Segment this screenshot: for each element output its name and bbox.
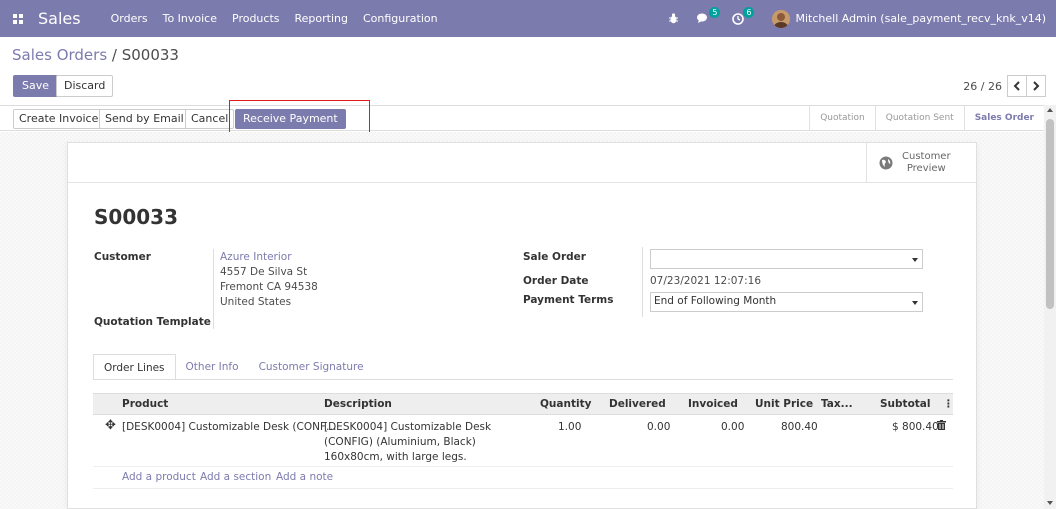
- column-description[interactable]: Description: [324, 394, 392, 414]
- customer-address-line: 4557 De Silva St: [220, 266, 308, 278]
- discard-button[interactable]: Discard: [56, 75, 114, 97]
- pager-next-button[interactable]: [1026, 75, 1046, 97]
- add-section-link[interactable]: Add a section: [200, 471, 271, 483]
- form-sheet: Customer Preview S00033 Customer Azure I…: [67, 142, 977, 509]
- column-invoiced[interactable]: Invoiced: [688, 394, 738, 414]
- customer-label: Customer: [94, 251, 151, 263]
- row-delivered[interactable]: 0.00: [647, 420, 670, 435]
- messages-badge: 5: [709, 7, 721, 18]
- chevron-down-icon: [912, 301, 918, 305]
- stage-quotation[interactable]: Quotation: [809, 106, 875, 130]
- tab-other-info[interactable]: Other Info: [176, 354, 249, 380]
- customer-preview-label: Customer Preview: [902, 151, 951, 174]
- drag-handle-icon[interactable]: ✥: [105, 418, 116, 433]
- activities-badge: 6: [743, 6, 755, 18]
- trash-icon[interactable]: [937, 420, 946, 435]
- breadcrumb-separator: /: [107, 46, 122, 64]
- row-unit-price[interactable]: 800.40: [781, 420, 818, 435]
- sheet-button-box: Customer Preview: [68, 143, 976, 183]
- tab-order-lines[interactable]: Order Lines: [93, 354, 176, 380]
- pager-value[interactable]: 26 / 26: [963, 80, 1002, 93]
- activities-clock-icon[interactable]: 6: [732, 6, 755, 25]
- column-product[interactable]: Product: [122, 394, 168, 414]
- menu-configuration[interactable]: Configuration: [363, 12, 438, 25]
- customer-name-link[interactable]: Azure Interior: [220, 250, 318, 265]
- globe-icon: [879, 156, 893, 170]
- row-description[interactable]: [DESK0004] Customizable Desk (CONFIG) (A…: [324, 420, 491, 465]
- customer-preview-button[interactable]: Customer Preview: [866, 143, 976, 183]
- statusbar: Create Invoice Send by Email Cancel Rece…: [0, 105, 1044, 131]
- page-scrollbar[interactable]: [1044, 105, 1056, 509]
- payment-terms-label: Payment Terms: [523, 294, 614, 306]
- breadcrumb-sales-orders[interactable]: Sales Orders: [12, 46, 107, 64]
- add-note-link[interactable]: Add a note: [276, 471, 333, 483]
- payment-terms-select[interactable]: End of Following Month: [650, 292, 923, 312]
- column-options-icon[interactable]: ⋮: [943, 394, 953, 414]
- order-name: S00033: [94, 205, 178, 229]
- customer-field[interactable]: Azure Interior 4557 De Silva St Fremont …: [220, 250, 318, 310]
- field-divider: [213, 249, 214, 329]
- column-unit-price[interactable]: Unit Price: [755, 394, 813, 414]
- save-button[interactable]: Save: [13, 75, 59, 97]
- menu-reporting[interactable]: Reporting: [295, 12, 348, 25]
- table-row[interactable]: ✥ [DESK0004] Customizable Desk (CONF… [D…: [93, 415, 953, 467]
- stage-sales-order[interactable]: Sales Order: [963, 106, 1044, 130]
- column-subtotal[interactable]: Subtotal: [880, 394, 931, 414]
- notebook-tabs: Order Lines Other Info Customer Signatur…: [93, 354, 374, 380]
- user-avatar[interactable]: [772, 9, 791, 28]
- column-quantity[interactable]: Quantity: [540, 394, 591, 414]
- scroll-thumb[interactable]: [1046, 119, 1054, 309]
- row-product[interactable]: [DESK0004] Customizable Desk (CONF…: [122, 420, 337, 435]
- send-by-email-button[interactable]: Send by Email: [99, 109, 190, 129]
- stage-quotation-sent[interactable]: Quotation Sent: [874, 106, 964, 130]
- sale-order-select[interactable]: [650, 249, 923, 269]
- breadcrumb: Sales Orders / S00033: [12, 46, 179, 64]
- field-divider: [642, 247, 643, 317]
- table-header: Product Description Quantity Delivered I…: [93, 393, 953, 415]
- apps-menu-icon[interactable]: [0, 0, 36, 37]
- cancel-button[interactable]: Cancel: [185, 109, 235, 129]
- order-date-value[interactable]: 07/23/2021 12:07:16: [650, 274, 761, 289]
- order-date-label: Order Date: [523, 275, 589, 287]
- breadcrumb-current: S00033: [121, 46, 179, 64]
- menu-orders[interactable]: Orders: [111, 12, 148, 25]
- stage-pipeline: Quotation Quotation Sent Sales Order: [809, 106, 1044, 130]
- row-subtotal: $ 800.40: [892, 421, 939, 433]
- messages-icon[interactable]: 5: [697, 7, 721, 24]
- create-invoice-button[interactable]: Create Invoice: [13, 109, 105, 129]
- scroll-down-arrow-icon[interactable]: [1047, 501, 1053, 505]
- pager: 26 / 26: [963, 75, 1046, 97]
- add-line-row: Add a product Add a section Add a note: [93, 467, 953, 489]
- menu-products[interactable]: Products: [232, 12, 280, 25]
- scroll-up-arrow-icon[interactable]: [1047, 108, 1053, 112]
- customer-address-line: Fremont CA 94538: [220, 281, 318, 293]
- chevron-right-icon: [1033, 81, 1040, 91]
- top-navbar: Sales Orders To Invoice Products Reporti…: [0, 0, 1056, 37]
- chevron-left-icon: [1013, 81, 1020, 91]
- order-lines-table: Product Description Quantity Delivered I…: [93, 393, 953, 489]
- debug-bug-icon[interactable]: [668, 13, 679, 24]
- sale-order-label: Sale Order: [523, 251, 586, 263]
- quotation-template-label: Quotation Template: [94, 316, 211, 328]
- column-delivered[interactable]: Delivered: [609, 394, 666, 414]
- row-quantity[interactable]: 1.00: [558, 420, 581, 435]
- chevron-down-icon: [912, 258, 918, 262]
- menu-to-invoice[interactable]: To Invoice: [163, 12, 217, 25]
- pager-previous-button[interactable]: [1007, 75, 1027, 97]
- receive-payment-button[interactable]: Receive Payment: [235, 109, 346, 129]
- user-menu[interactable]: Mitchell Admin (sale_payment_recv_knk_v1…: [795, 12, 1046, 25]
- add-product-link[interactable]: Add a product: [122, 471, 196, 483]
- tab-customer-signature[interactable]: Customer Signature: [249, 354, 374, 380]
- app-brand[interactable]: Sales: [38, 9, 81, 28]
- row-invoiced[interactable]: 0.00: [721, 420, 744, 435]
- tabs-divider: [93, 379, 953, 380]
- column-taxes[interactable]: Tax...: [821, 394, 853, 414]
- customer-address-line: United States: [220, 296, 292, 308]
